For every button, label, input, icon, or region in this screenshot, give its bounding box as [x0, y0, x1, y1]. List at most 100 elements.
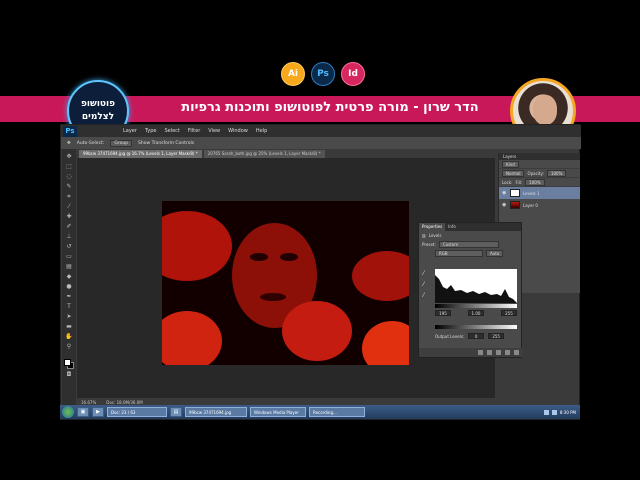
layer-thumbnail[interactable] — [510, 201, 520, 209]
auto-button[interactable]: Auto — [486, 250, 504, 257]
tab-document-1[interactable]: 99bcw 37471694.jpg @ 16.7% (Levels 1, La… — [79, 150, 202, 158]
input-black-field[interactable]: 195 — [435, 310, 451, 316]
blend-mode-dropdown[interactable]: Normal — [502, 169, 525, 177]
photoshop-app-icon: Ps — [63, 125, 77, 137]
marquee-tool-icon[interactable]: ⬚ — [65, 163, 73, 171]
input-levels-slider[interactable] — [435, 304, 517, 308]
layer-name: Levels 1 — [523, 190, 540, 196]
output-levels-slider[interactable] — [435, 325, 517, 329]
properties-tabs: Properties Info — [419, 223, 521, 231]
foreground-color-swatch[interactable] — [64, 359, 71, 366]
quick-mask-icon[interactable]: ◘ — [65, 371, 73, 379]
fill-field[interactable]: 100% — [525, 178, 545, 186]
media-icon[interactable]: ▶ — [92, 407, 104, 417]
menu-window[interactable]: Window — [228, 128, 248, 134]
photoshop-window: Ps Layer Type Select Filter View Window … — [60, 124, 581, 420]
menu-select[interactable]: Select — [164, 128, 179, 134]
auto-select-checkbox[interactable]: Auto-Select: — [77, 141, 105, 146]
taskbar-button-recording[interactable]: Recording... — [309, 407, 365, 417]
edited-photo[interactable] — [162, 201, 409, 365]
move-tool-icon[interactable]: ✥ — [67, 141, 71, 146]
hand-tool-icon[interactable]: ✋ — [65, 333, 73, 341]
clock[interactable]: 8:30 PM — [560, 410, 576, 415]
zoom-level[interactable]: 16.67% — [81, 400, 96, 405]
history-brush-tool-icon[interactable]: ↺ — [65, 243, 73, 251]
shape-tool-icon[interactable]: ▬ — [65, 323, 73, 331]
folder-icon[interactable]: ▤ — [170, 407, 182, 417]
blur-tool-icon[interactable]: ◆ — [65, 273, 73, 281]
output-levels-label: Output Levels: — [435, 333, 465, 339]
visibility-icon[interactable] — [505, 350, 510, 355]
channel-dropdown[interactable]: RGB — [435, 250, 483, 257]
auto-select-dropdown[interactable]: Group — [110, 139, 133, 147]
white-point-eyedropper-icon[interactable]: ⁄ — [423, 292, 431, 300]
dodge-tool-icon[interactable]: ● — [65, 283, 73, 291]
clip-to-layer-icon[interactable] — [478, 350, 483, 355]
preset-dropdown[interactable]: Custom — [438, 241, 499, 248]
gray-point-eyedropper-icon[interactable]: ⁄ — [423, 281, 431, 289]
move-tool-icon[interactable]: ✥ — [65, 153, 73, 161]
color-swatches[interactable] — [64, 359, 74, 369]
tab-document-2[interactable]: 20765 Sarah_both.jpg @ 25% (Levels 1, La… — [203, 150, 325, 158]
crop-tool-icon[interactable]: ⌗ — [65, 193, 73, 201]
black-point-eyedropper-icon[interactable]: ⁄ — [423, 270, 431, 278]
banner-title: הדר שרון - מורה פרטית לפוטושופ ותוכנות ג… — [181, 100, 479, 115]
visibility-eye-icon[interactable]: ◉ — [502, 190, 507, 196]
layers-tab[interactable]: Layers — [499, 153, 580, 160]
output-black-field[interactable]: 0 — [468, 333, 485, 339]
opacity-label: Opacity: — [527, 170, 544, 176]
view-previous-icon[interactable] — [487, 350, 492, 355]
menu-type[interactable]: Type — [145, 128, 156, 134]
properties-footer — [419, 348, 523, 357]
lock-row: Lock: Fill: 100% — [499, 178, 580, 187]
reset-icon[interactable] — [496, 350, 501, 355]
layer-mask-thumbnail[interactable] — [510, 189, 520, 197]
lasso-tool-icon[interactable]: ◌ — [65, 173, 73, 181]
layer-row-base[interactable]: ◉ Layer 0 — [499, 199, 580, 211]
taskbar-button-doc[interactable]: Doc: 23 / 63 — [107, 407, 167, 417]
logo-line-1: פוטושופ — [80, 99, 116, 109]
volume-icon[interactable] — [551, 409, 557, 415]
zoom-tool-icon[interactable]: ⚲ — [65, 343, 73, 351]
opacity-field[interactable]: 100% — [546, 169, 567, 177]
brush-tool-icon[interactable]: ✐ — [65, 223, 73, 231]
histogram — [435, 269, 517, 303]
photo-background-right — [352, 251, 409, 301]
delete-icon[interactable] — [514, 350, 519, 355]
blend-row: Normal Opacity: 100% — [499, 169, 580, 178]
menu-bar: Ps Layer Type Select Filter View Window … — [61, 125, 581, 137]
tutorial-slide: Ai Ps Id הדר שרון - מורה פרטית לפוטושופ … — [0, 0, 640, 480]
explorer-icon[interactable]: ▣ — [77, 407, 89, 417]
type-tool-icon[interactable]: T — [65, 303, 73, 311]
quick-select-tool-icon[interactable]: ✎ — [65, 183, 73, 191]
fill-label: Fill: — [515, 179, 523, 185]
eraser-tool-icon[interactable]: ▭ — [65, 253, 73, 261]
healing-tool-icon[interactable]: ✚ — [65, 213, 73, 221]
layer-row-levels[interactable]: ◉ Levels 1 — [499, 187, 580, 199]
network-icon[interactable] — [543, 409, 549, 415]
adobe-badges: Ai Ps Id — [281, 62, 365, 86]
path-select-tool-icon[interactable]: ➤ — [65, 313, 73, 321]
menu-view[interactable]: View — [208, 128, 220, 134]
menu-help[interactable]: Help — [256, 128, 267, 134]
input-gamma-field[interactable]: 1.00 — [468, 310, 484, 316]
preset-label: Preset: — [422, 242, 436, 247]
visibility-eye-icon[interactable]: ◉ — [502, 202, 507, 208]
eyedropper-tool-icon[interactable]: ⁄ — [65, 203, 73, 211]
tab-properties[interactable]: Properties — [419, 223, 446, 231]
start-button-icon[interactable] — [62, 406, 74, 418]
taskbar-button-photoshop[interactable]: 99bcw 37471694.jpg — [185, 407, 247, 417]
menu-layer[interactable]: Layer — [123, 128, 137, 134]
photo-eye-left — [250, 253, 268, 261]
taskbar-button-media-player[interactable]: Windows Media Player — [250, 407, 306, 417]
tab-info[interactable]: Info — [445, 223, 459, 231]
stamp-tool-icon[interactable]: ⊥ — [65, 233, 73, 241]
gradient-tool-icon[interactable]: ▤ — [65, 263, 73, 271]
menu-filter[interactable]: Filter — [188, 128, 200, 134]
input-white-field[interactable]: 255 — [501, 310, 517, 316]
pen-tool-icon[interactable]: ✒ — [65, 293, 73, 301]
illustrator-badge: Ai — [281, 62, 305, 86]
output-white-field[interactable]: 255 — [488, 333, 505, 339]
kind-filter-dropdown[interactable]: Kind — [502, 160, 519, 168]
show-transform-checkbox[interactable]: Show Transform Controls — [138, 141, 194, 146]
